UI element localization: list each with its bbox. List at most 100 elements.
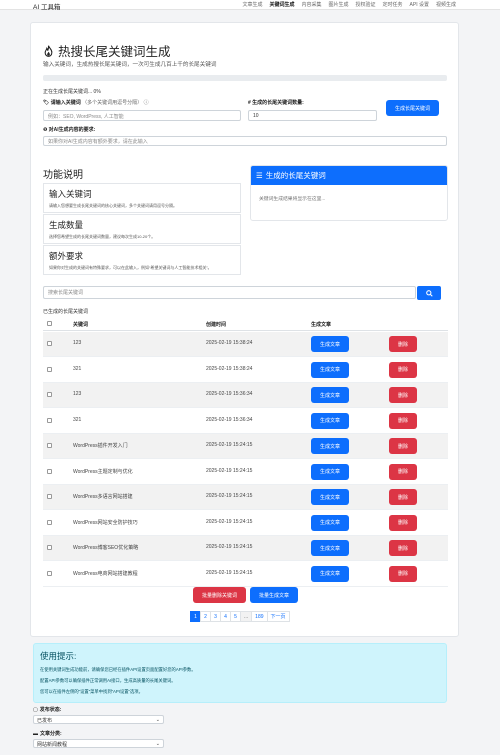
row-created-time: 2025-02-19 15:38:24 — [206, 340, 253, 346]
table-title: 已生成的长尾关键词 — [43, 309, 89, 315]
requirements-input[interactable]: 如果你对AI生成内容有额外要求，请在此输入 — [43, 136, 447, 146]
row-checkbox[interactable] — [47, 366, 52, 372]
row-created-time: 2025-02-19 15:38:24 — [206, 365, 253, 372]
help-item-title: 生成数量 — [49, 220, 84, 230]
generate-keywords-button[interactable]: 生成长尾关键词 — [386, 100, 439, 116]
usage-tips: 使用提示: 在使用关键词生成功能前，请确保您已经在插件API设置页面配置好您的A… — [33, 643, 447, 703]
keywords-label: 🏷 请输入关键词 （多个关键词用逗号分隔） ⓘ — [43, 99, 149, 106]
tag-icon: 🏷 — [43, 100, 50, 106]
select-all-checkbox[interactable] — [47, 321, 52, 326]
row-keyword: 321 — [73, 365, 82, 372]
row-created-time: 2025-02-19 15:24:15 — [206, 493, 253, 499]
row-checkbox[interactable] — [47, 341, 52, 346]
row-checkbox[interactable] — [47, 545, 52, 550]
status-select[interactable]: 已发布 ⌄ — [33, 715, 164, 724]
page-title-text: 热搜长尾关键词生成 — [58, 45, 171, 59]
progress-text: 正在生成长尾关键词... 0% — [43, 89, 101, 95]
keywords-hint: （多个关键词用逗号分隔） — [82, 100, 143, 106]
row-generate-button[interactable]: 生成文章 — [311, 387, 349, 403]
nav-link-collect[interactable]: 内容采集 — [301, 1, 321, 8]
row-checkbox[interactable] — [47, 494, 52, 499]
nav-link-image[interactable]: 图片生成 — [328, 1, 348, 8]
status-label-text: 发布状态: — [39, 707, 62, 713]
row-delete-button[interactable]: 删除 — [389, 463, 417, 480]
row-keyword: WordPress博客SEO优化策略 — [73, 545, 139, 551]
chevron-down-icon: ⌄ — [155, 717, 160, 723]
count-input[interactable]: 10 — [248, 110, 377, 121]
row-checkbox[interactable] — [47, 392, 52, 397]
row-checkbox[interactable] — [47, 468, 52, 474]
row-generate-button[interactable]: 生成文章 — [311, 438, 349, 454]
info-icon: ⓘ — [143, 100, 149, 106]
row-checkbox[interactable] — [47, 519, 52, 525]
column-created: 创建时间 — [206, 322, 227, 328]
hash-icon: # — [248, 100, 251, 106]
tips-line: 您可以在插件左侧的“设置”菜单中找到“API设置”选项。 — [40, 689, 143, 694]
category-select[interactable]: 网站新闻教程 ⌄ — [33, 739, 164, 748]
row-checkbox[interactable] — [47, 443, 52, 448]
monitor-icon: ▢ — [33, 706, 38, 713]
category-label: ▬ 文章分类: — [33, 730, 62, 738]
status-label: ▢ 发布状态: — [33, 706, 62, 714]
row-keyword: WordPress插件开发入门 — [73, 443, 128, 449]
requirements-label-text: 对AI生成内容的要求: — [48, 127, 96, 133]
row-delete-button[interactable]: 删除 — [389, 565, 417, 582]
row-created-time: 2025-02-19 15:24:15 — [206, 442, 253, 448]
nav-link-api[interactable]: API 设置 — [410, 1, 429, 8]
row-generate-button[interactable]: 生成文章 — [311, 361, 349, 378]
chevron-down-icon: ⌄ — [155, 741, 160, 747]
row-checkbox[interactable] — [47, 417, 52, 423]
requirements-label: ❶ 对AI生成内容的要求: — [43, 126, 95, 133]
table-header: 关键词 创建时间 生成文章 — [43, 317, 448, 331]
help-item-desc: 请输入您想要生成长尾关键词的核心关键词，多个关键词请用逗号分隔。 — [49, 203, 177, 208]
nav-link-article[interactable]: 文章生成 — [242, 1, 262, 8]
row-generate-button[interactable]: 生成文章 — [311, 489, 349, 505]
row-created-time: 2025-02-19 15:24:15 — [206, 544, 253, 550]
table-row: 321 2025-02-19 15:38:24 生成文章 删除 — [43, 358, 448, 383]
row-delete-button[interactable]: 删除 — [389, 336, 417, 352]
row-generate-button[interactable]: 生成文章 — [311, 514, 349, 531]
row-keyword: WordPress网站安全防护技巧 — [73, 519, 138, 526]
keywords-input[interactable]: 例如：SEO, WordPress, 人工智能 — [43, 110, 241, 121]
row-created-time: 2025-02-19 15:36:34 — [206, 416, 253, 423]
row-delete-button[interactable]: 删除 — [389, 387, 417, 403]
nav-link-cron[interactable]: 定时任务 — [383, 1, 403, 8]
generated-keywords-header: ☰ 生成的长尾关键词 — [251, 166, 447, 185]
row-checkbox[interactable] — [47, 570, 52, 576]
row-keyword: 123 — [73, 391, 82, 397]
column-keyword: 关键词 — [73, 322, 89, 328]
row-created-time: 2025-02-19 15:24:15 — [206, 467, 253, 474]
help-item-desc: 如果你对生成的关键词有特殊要求，可以在此输入，例如“希望关键词与人工智能技术相关… — [49, 265, 212, 270]
row-generate-button[interactable]: 生成文章 — [311, 463, 349, 480]
nav-link-license[interactable]: 授权验证 — [356, 1, 376, 8]
bulk-generate-button[interactable]: 批量生成文章 — [250, 587, 298, 603]
brand-logo[interactable]: AI 工具箱 — [33, 1, 60, 11]
row-keyword: 123 — [73, 340, 82, 346]
keywords-label-text: 请输入关键词 — [50, 100, 81, 106]
row-keyword: WordPress主题定制与优化 — [73, 468, 133, 475]
help-item-title: 输入关键词 — [49, 189, 92, 199]
table-row: 123 2025-02-19 15:38:24 生成文章 删除 — [43, 332, 448, 357]
row-delete-button[interactable]: 删除 — [389, 540, 417, 556]
keyword-search-input[interactable]: 搜索长尾关键词 — [43, 286, 416, 299]
pagination-next[interactable]: 下一页 — [266, 611, 290, 622]
search-button[interactable] — [417, 286, 441, 300]
nav-link-keywords[interactable]: 关键词生成 — [269, 1, 294, 8]
row-generate-button[interactable]: 生成文章 — [311, 540, 349, 556]
fire-icon — [44, 44, 53, 57]
nav-link-video[interactable]: 视频生成 — [436, 1, 456, 8]
row-created-time: 2025-02-19 15:36:34 — [206, 391, 253, 397]
pagination-page[interactable]: 189 — [251, 611, 268, 622]
row-delete-button[interactable]: 删除 — [389, 514, 417, 531]
row-delete-button[interactable]: 删除 — [389, 361, 417, 378]
help-item-extra: 额外要求 如果你对生成的关键词有特殊要求，可以在此输入，例如“希望关键词与人工智… — [43, 245, 241, 275]
bulk-delete-button[interactable]: 批量删除关键词 — [193, 587, 246, 603]
row-generate-button[interactable]: 生成文章 — [311, 412, 349, 429]
row-delete-button[interactable]: 删除 — [389, 438, 417, 454]
row-generate-button[interactable]: 生成文章 — [311, 565, 349, 582]
table-row: WordPress博客SEO优化策略 2025-02-19 15:24:15 生成文… — [43, 536, 448, 561]
row-delete-button[interactable]: 删除 — [389, 489, 417, 505]
row-created-time: 2025-02-19 15:24:15 — [206, 569, 253, 576]
row-generate-button[interactable]: 生成文章 — [311, 336, 349, 352]
row-delete-button[interactable]: 删除 — [389, 412, 417, 429]
